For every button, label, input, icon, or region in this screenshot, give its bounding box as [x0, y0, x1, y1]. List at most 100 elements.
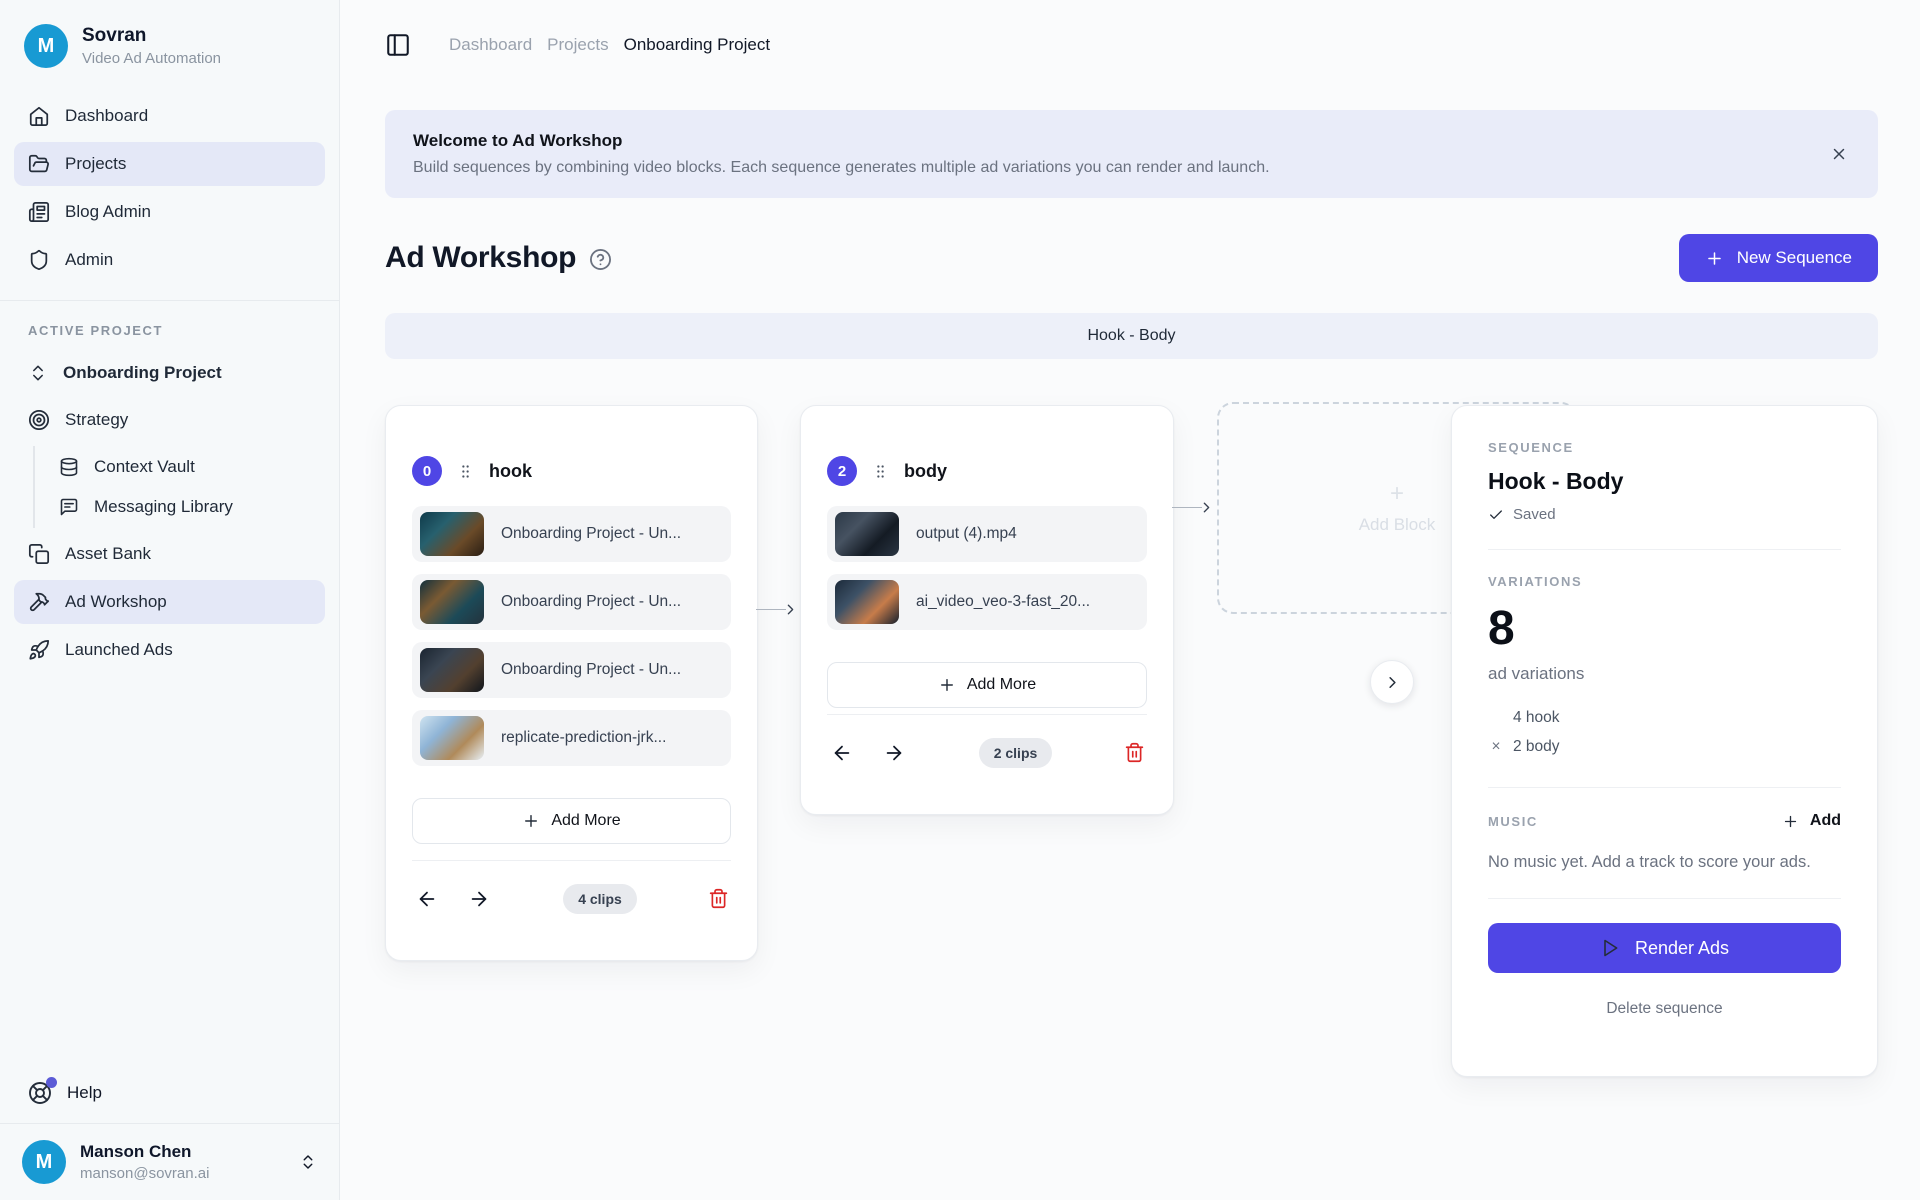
- clip-thumbnail: [835, 512, 899, 556]
- help-notification-dot: [46, 1077, 57, 1088]
- sidebar-item-launched-ads[interactable]: Launched Ads: [14, 628, 325, 672]
- sidebar-toggle-icon[interactable]: [385, 32, 411, 58]
- breakdown-value: 4 hook: [1513, 704, 1560, 733]
- music-empty-state: No music yet. Add a track to score your …: [1488, 853, 1841, 872]
- plus-icon: [1705, 249, 1724, 268]
- home-icon: [28, 105, 50, 127]
- delete-sequence-button[interactable]: Delete sequence: [1488, 1000, 1841, 1018]
- user-menu[interactable]: M Manson Chen manson@sovran.ai: [0, 1123, 339, 1200]
- arrow-left-icon[interactable]: [412, 884, 442, 914]
- sidebar-item-label: Ad Workshop: [65, 592, 167, 612]
- add-more-button[interactable]: Add More: [827, 662, 1147, 708]
- clip-row[interactable]: output (4).mp4: [827, 506, 1147, 562]
- shield-icon: [28, 249, 50, 271]
- rocket-icon: [28, 639, 50, 661]
- sidebar-item-label: Asset Bank: [65, 544, 151, 564]
- project-selector[interactable]: Onboarding Project: [14, 352, 325, 394]
- plus-icon: [938, 676, 956, 694]
- user-name: Manson Chen: [80, 1142, 209, 1162]
- block-header: 2 body: [827, 456, 1147, 486]
- breadcrumb-current: Onboarding Project: [624, 35, 770, 55]
- chevron-right-icon: [782, 601, 799, 618]
- clip-thumbnail: [420, 580, 484, 624]
- trash-icon[interactable]: [1122, 740, 1147, 765]
- clip-thumbnail: [420, 648, 484, 692]
- arrow-left-icon[interactable]: [827, 738, 857, 768]
- sidebar-divider: [0, 300, 339, 301]
- sidebar-item-messaging-library[interactable]: Messaging Library: [35, 488, 325, 526]
- clip-label: Onboarding Project - Un...: [501, 525, 681, 543]
- breadcrumb-projects[interactable]: Projects: [547, 35, 608, 55]
- topbar: Dashboard Projects Onboarding Project: [385, 0, 1878, 63]
- app-root: M Sovran Video Ad Automation Dashboard P…: [0, 0, 1920, 1200]
- sidebar-item-projects[interactable]: Projects: [14, 142, 325, 186]
- close-icon[interactable]: [1826, 141, 1852, 167]
- clip-count-badge: 2 clips: [979, 738, 1053, 768]
- clip-row[interactable]: ai_video_veo-3-fast_20...: [827, 574, 1147, 630]
- clip-label: Onboarding Project - Un...: [501, 661, 681, 679]
- sidebar-item-label: Launched Ads: [65, 640, 173, 660]
- clip-thumbnail: [420, 512, 484, 556]
- clip-thumbnail: [420, 716, 484, 760]
- add-more-button[interactable]: Add More: [412, 798, 731, 844]
- tab-hook-body[interactable]: Hook - Body: [1057, 317, 1205, 355]
- block-card-body: 2 body output (4).mp4 ai_video_veo-3-fas…: [800, 405, 1174, 815]
- clip-row[interactable]: Onboarding Project - Un...: [412, 506, 731, 562]
- breadcrumb-dashboard[interactable]: Dashboard: [449, 35, 532, 55]
- page-title: Ad Workshop: [385, 241, 612, 275]
- trash-icon[interactable]: [706, 886, 731, 911]
- help-circle-icon[interactable]: [589, 248, 612, 271]
- add-more-label: Add More: [551, 812, 620, 830]
- plus-icon: +: [1390, 482, 1404, 506]
- saved-label: Saved: [1513, 506, 1556, 523]
- sidebar-item-asset-bank[interactable]: Asset Bank: [14, 532, 325, 576]
- arrow-right-icon[interactable]: [879, 738, 909, 768]
- banner-description: Build sequences by combining video block…: [413, 159, 1850, 177]
- scroll-right-button[interactable]: [1370, 660, 1414, 704]
- sidebar-item-admin[interactable]: Admin: [14, 238, 325, 282]
- target-icon: [28, 409, 50, 431]
- clip-row[interactable]: Onboarding Project - Un...: [412, 574, 731, 630]
- new-sequence-button[interactable]: New Sequence: [1679, 234, 1878, 282]
- block-name: body: [904, 461, 947, 482]
- sidebar-item-ad-workshop[interactable]: Ad Workshop: [14, 580, 325, 624]
- block-index-badge: 0: [412, 456, 442, 486]
- divider: [1488, 898, 1841, 899]
- clip-label: replicate-prediction-jrk...: [501, 729, 666, 747]
- breakdown-row: 4 hook: [1488, 704, 1841, 733]
- sidebar-item-label: Blog Admin: [65, 202, 151, 222]
- project-nav: Onboarding Project Strategy Context Vaul…: [0, 348, 339, 676]
- brand[interactable]: M Sovran Video Ad Automation: [0, 0, 339, 90]
- clip-row[interactable]: replicate-prediction-jrk...: [412, 710, 731, 766]
- arrow-right-icon[interactable]: [464, 884, 494, 914]
- sequence-section-label: SEQUENCE: [1488, 440, 1841, 455]
- sidebar-item-context-vault[interactable]: Context Vault: [35, 448, 325, 486]
- sidebar-item-dashboard[interactable]: Dashboard: [14, 94, 325, 138]
- drag-handle-icon[interactable]: [457, 463, 474, 480]
- variations-count: 8: [1488, 605, 1841, 653]
- help-label: Help: [67, 1083, 102, 1103]
- divider: [1488, 549, 1841, 550]
- message-square-text-icon: [59, 497, 79, 517]
- play-icon: [1600, 938, 1620, 958]
- sidebar-item-label: Messaging Library: [94, 497, 233, 517]
- primary-nav: Dashboard Projects Blog Admin Admin: [0, 90, 339, 286]
- sidebar-item-blog-admin[interactable]: Blog Admin: [14, 190, 325, 234]
- block-connector: [1172, 499, 1215, 516]
- block-footer: 4 clips: [412, 860, 731, 920]
- clip-count-wrap: 2 clips: [909, 738, 1122, 768]
- chevrons-up-down-icon: [28, 363, 48, 383]
- variations-caption: ad variations: [1488, 664, 1841, 684]
- add-music-button[interactable]: Add: [1782, 812, 1841, 830]
- sidebar-item-label: Projects: [65, 154, 126, 174]
- clip-row[interactable]: Onboarding Project - Un...: [412, 642, 731, 698]
- sidebar-item-label: Admin: [65, 250, 113, 270]
- clip-count-badge: 4 clips: [563, 884, 637, 914]
- drag-handle-icon[interactable]: [872, 463, 889, 480]
- chevron-right-icon: [1198, 499, 1215, 516]
- help-button[interactable]: Help: [0, 1067, 339, 1123]
- sidebar-item-strategy[interactable]: Strategy: [14, 398, 325, 442]
- database-icon: [59, 457, 79, 477]
- block-card-hook: 0 hook Onboarding Project - Un... Onboar…: [385, 405, 758, 961]
- render-ads-button[interactable]: Render Ads: [1488, 923, 1841, 973]
